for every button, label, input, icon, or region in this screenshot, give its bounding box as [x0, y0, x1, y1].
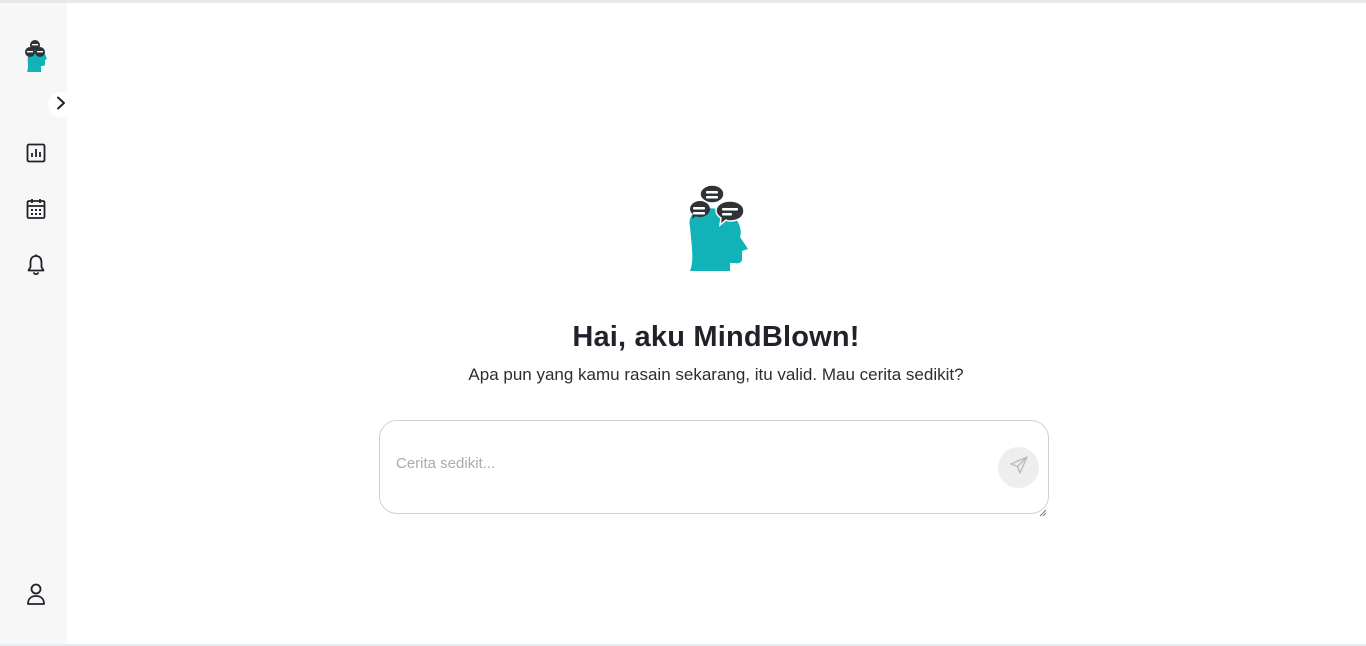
calendar-icon	[26, 198, 46, 225]
sidebar-item-calendar[interactable]	[24, 198, 48, 225]
page-title: Hai, aku MindBlown!	[572, 321, 860, 353]
chat-input[interactable]	[396, 455, 986, 479]
bell-icon	[26, 254, 46, 281]
mindblown-logo-icon[interactable]	[22, 38, 50, 74]
sidebar-item-notifications[interactable]	[24, 254, 48, 281]
resize-handle-icon[interactable]	[1039, 504, 1047, 517]
sidebar	[0, 3, 74, 644]
bar-chart-icon	[26, 143, 46, 168]
page-subtitle: Apa pun yang kamu rasain sekarang, itu v…	[468, 365, 964, 384]
sidebar-item-statistics[interactable]	[24, 143, 48, 167]
user-icon	[26, 583, 46, 610]
mindblown-hero-logo-icon	[678, 179, 754, 275]
send-icon	[1009, 455, 1029, 480]
main-content: Hai, aku MindBlown! Apa pun yang kamu ra…	[66, 3, 1366, 644]
send-button[interactable]	[998, 447, 1039, 488]
chat-input-box	[379, 420, 1049, 517]
sidebar-item-profile[interactable]	[24, 583, 48, 610]
